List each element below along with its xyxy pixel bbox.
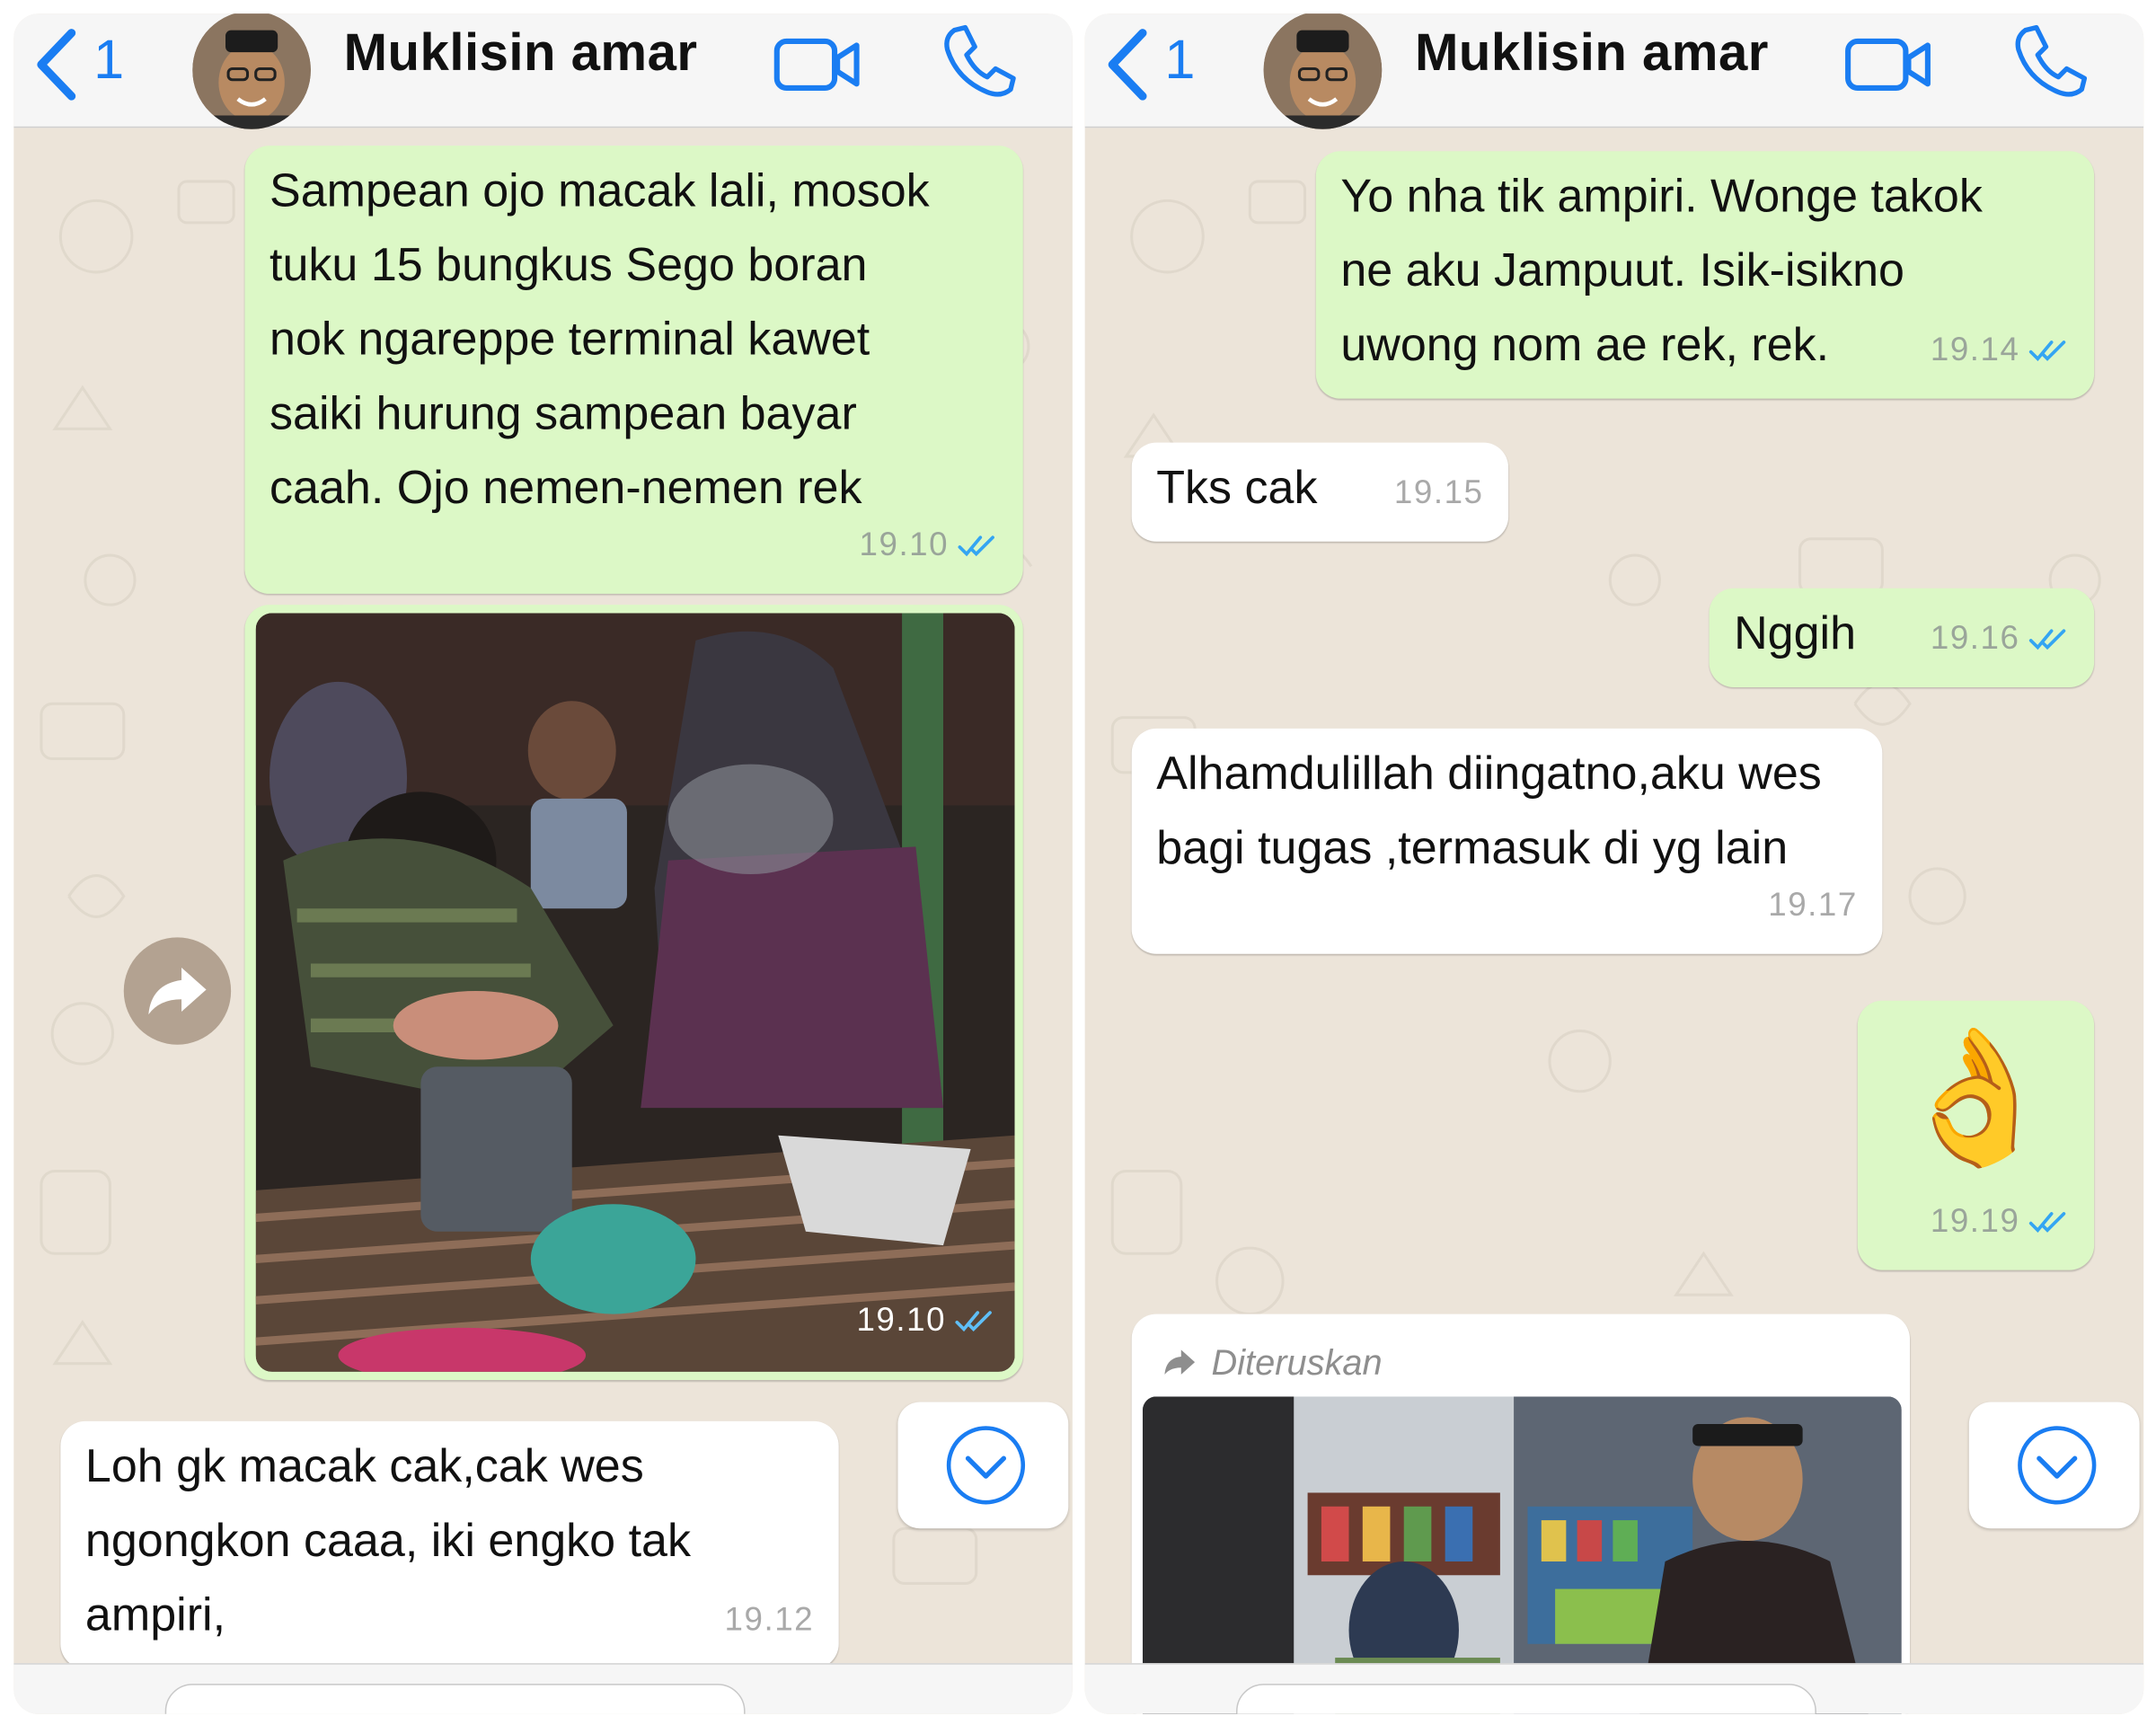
forwarded-text: Diteruskan [1211,1341,1383,1384]
phone-icon[interactable] [2009,22,2089,102]
message-bubble-incoming[interactable]: Alhamdulillah diingatno,aku wes bagi tug… [1131,728,1883,954]
contact-name[interactable]: Muklisin amar [344,25,698,84]
photo-message-bubble[interactable]: 19.10 [244,605,1023,1381]
message-meta: 19.14 [1931,314,2070,388]
forward-arrow-icon [1164,1349,1196,1375]
photo-attachment[interactable]: 19.10 [255,613,1015,1372]
read-receipt-icon [955,1311,992,1332]
message-time: 19.15 [1393,473,1484,512]
message-bubble-outgoing[interactable]: Yo nha tik ampiri. Wonge takok ne aku Ja… [1315,151,2095,399]
message-time: 19.10 [856,1301,947,1340]
chevron-down-circle-icon [946,1426,1026,1505]
input-bar [13,1663,1073,1714]
chevron-left-icon [37,29,76,101]
read-receipt-icon [958,535,994,557]
read-receipt-icon [2028,629,2066,650]
message-time: 19.14 [1930,331,2020,369]
avatar[interactable] [192,13,311,129]
chat-header: 1 Muklisin amar [13,13,1073,129]
phone-icon[interactable] [938,22,1018,102]
message-bubble-outgoing[interactable]: Nggih 19.16 [1709,588,2095,687]
message-input[interactable] [164,1684,746,1714]
message-time: 19.12 [724,1601,815,1639]
avatar[interactable] [1263,13,1383,129]
message-bubble-incoming[interactable]: Loh gk macak cak,cak wes ngongkon caaa, … [60,1420,839,1669]
message-time: 19.10 [859,526,950,564]
unread-count: 1 [93,30,125,91]
message-meta: 19.16 [1931,602,2070,677]
photo-meta: 19.10 [856,1284,995,1358]
chat-panel-right: 1 Muklisin amar Yo nha tik ampiri. Wonge… [1084,13,2144,1714]
back-button[interactable]: 1 [33,22,143,104]
chevron-left-icon [1108,29,1147,101]
forwarded-photo-bubble[interactable]: Diteruskan [1131,1314,1911,1714]
video-call-icon[interactable] [773,33,863,96]
forwarded-label: Diteruskan [1162,1325,1383,1400]
message-text: Alhamdulillah diingatno,aku wes bagi tug… [1156,748,1822,875]
message-input[interactable] [1236,1684,1816,1714]
scroll-to-bottom-button[interactable] [1968,1402,2140,1529]
chat-panel-left: 1 Muklisin amar Sampean ojo macak lali, … [13,13,1073,1714]
chevron-down-circle-icon [2018,1426,2097,1505]
message-time: 19.16 [1930,619,2020,658]
message-meta: 19.19 [1931,1185,2070,1260]
message-meta: 19.17 [1768,869,1858,943]
message-time: 19.17 [1768,886,1858,924]
message-meta: 19.12 [725,1583,815,1658]
forward-button[interactable] [123,937,232,1045]
night-market-photo [255,613,1015,1372]
message-text: Sampean ojo macak lali, mosok tuku 15 bu… [269,164,930,515]
ok-hand-emoji: 👌 [1893,1023,2058,1172]
input-bar [1084,1663,2144,1714]
message-bubble-incoming[interactable]: Tks cak 19.15 [1131,442,1509,542]
emoji-message-bubble[interactable]: 👌 19.19 [1857,1000,2095,1270]
read-receipt-icon [2028,1212,2066,1233]
scroll-to-bottom-button[interactable] [897,1402,1069,1529]
back-button[interactable]: 1 [1104,22,1214,104]
forward-arrow-icon [148,968,207,1015]
contact-name[interactable]: Muklisin amar [1415,25,1769,84]
video-call-icon[interactable] [1844,33,1935,96]
read-receipt-icon [2028,341,2066,362]
chat-header: 1 Muklisin amar [1084,13,2144,129]
message-meta: 19.10 [860,509,999,583]
message-meta: 19.15 [1394,456,1484,531]
message-text: Loh gk macak cak,cak wes ngongkon caaa, … [84,1440,692,1641]
unread-count: 1 [1164,30,1196,91]
message-time: 19.19 [1930,1202,2020,1240]
message-bubble-outgoing[interactable]: Sampean ojo macak lali, mosok tuku 15 bu… [244,146,1023,594]
